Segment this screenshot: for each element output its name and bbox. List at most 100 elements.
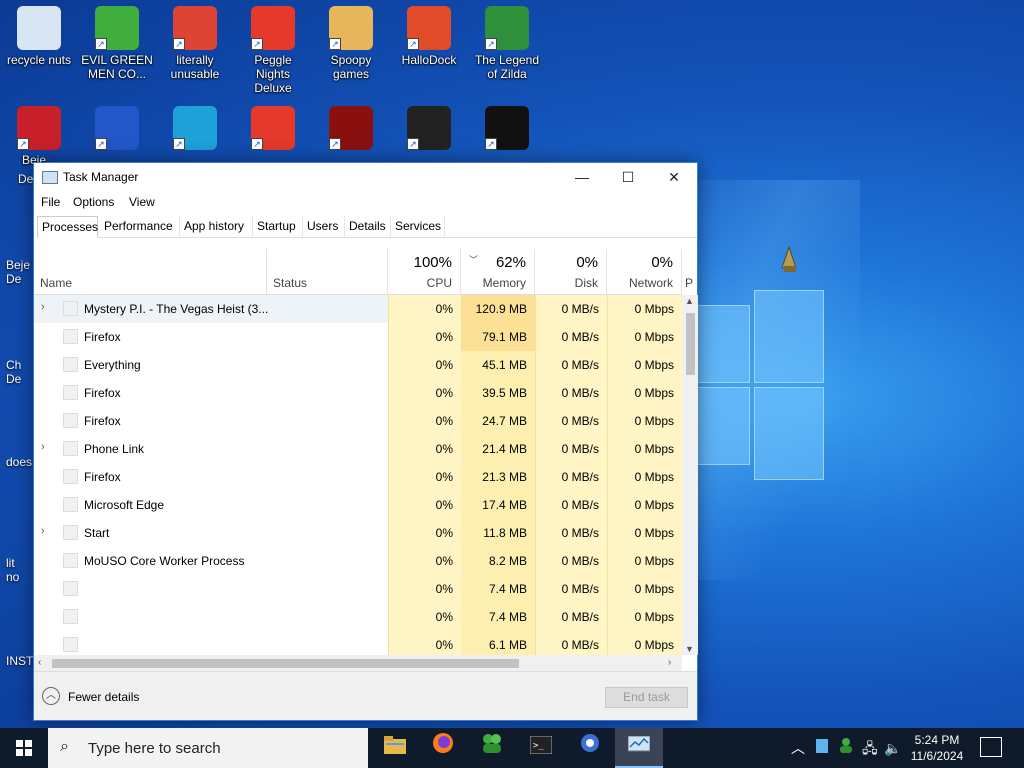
tab-app-history[interactable]: App history bbox=[180, 216, 253, 238]
process-row[interactable]: 0% 7.4 MB 0 MB/s 0 Mbps bbox=[34, 575, 682, 603]
process-memory: 21.4 MB bbox=[461, 435, 535, 463]
process-network: 0 Mbps bbox=[607, 519, 682, 547]
desktop-icon-partial-label[interactable]: De bbox=[6, 272, 36, 286]
menu-file[interactable]: File bbox=[41, 195, 60, 209]
bejeweled-icon: ↗ bbox=[17, 106, 61, 150]
desktop-icon-partial-label[interactable]: lit bbox=[6, 556, 36, 570]
desktop-icon-partial-label[interactable]: Beje bbox=[6, 258, 36, 272]
expand-chevron-icon[interactable]: › bbox=[41, 525, 45, 537]
tab-startup[interactable]: Startup bbox=[253, 216, 303, 238]
maximize-button[interactable]: ☐ bbox=[605, 163, 651, 191]
process-row[interactable]: Microsoft Edge 0% 17.4 MB 0 MB/s 0 Mbps bbox=[34, 491, 682, 519]
desktop-icon-partial-label[interactable]: no bbox=[6, 570, 36, 584]
process-row[interactable]: Firefox 0% 79.1 MB 0 MB/s 0 Mbps bbox=[34, 323, 682, 351]
process-row[interactable]: 0% 7.4 MB 0 MB/s 0 Mbps bbox=[34, 603, 682, 631]
desktop-icon-zilda[interactable]: ↗ The Legend of Zilda bbox=[470, 6, 544, 81]
desktop-icon-peggle[interactable]: ↗ Peggle Nights Deluxe bbox=[236, 6, 310, 95]
process-memory: 7.4 MB bbox=[461, 575, 535, 603]
start-button[interactable] bbox=[0, 728, 48, 768]
tab-services[interactable]: Services bbox=[391, 216, 445, 238]
close-button[interactable]: ✕ bbox=[651, 163, 697, 191]
title-bar[interactable]: Task Manager — ☐ ✕ bbox=[34, 163, 697, 191]
process-cpu: 0% bbox=[388, 491, 461, 519]
process-row[interactable]: › Phone Link 0% 21.4 MB 0 MB/s 0 Mbps bbox=[34, 435, 682, 463]
green-men-icon: ↗ bbox=[95, 6, 139, 50]
green-men-icon[interactable] bbox=[468, 728, 516, 768]
process-cpu: 0% bbox=[388, 351, 461, 379]
process-row[interactable]: 0% 6.1 MB 0 MB/s 0 Mbps bbox=[34, 631, 682, 655]
end-task-button[interactable]: End task bbox=[605, 687, 688, 708]
process-row[interactable]: › Mystery P.I. - The Vegas Heist (3... 0% 1… bbox=[34, 295, 682, 323]
desktop-icon-row2-bejeweled[interactable]: ↗ Beje... bbox=[2, 106, 76, 167]
process-row[interactable]: MoUSO Core Worker Process 0% 8.2 MB 0 MB/s 0… bbox=[34, 547, 682, 575]
fewer-details-link[interactable]: Fewer details bbox=[68, 690, 139, 704]
column-network[interactable]: 0% Network bbox=[607, 249, 682, 295]
tray-app-icon[interactable] bbox=[816, 728, 828, 768]
column-power[interactable]: P bbox=[682, 249, 697, 295]
desktop-icon-chrome[interactable]: ↗ literally unusable bbox=[158, 6, 232, 81]
vertical-scrollbar[interactable]: ▲ ▼ bbox=[682, 295, 698, 655]
taskbar-clock[interactable]: 5:24 PM 11/6/2024 bbox=[905, 732, 969, 764]
scroll-up-icon[interactable]: ▲ bbox=[685, 296, 694, 306]
desktop-icon-partial-label[interactable]: does bbox=[6, 455, 36, 469]
vertical-scroll-thumb[interactable] bbox=[686, 313, 695, 375]
tab-processes[interactable]: Processes bbox=[37, 216, 98, 238]
tab-performance[interactable]: Performance bbox=[100, 216, 180, 238]
horizontal-scrollbar[interactable]: ‹ › bbox=[34, 655, 682, 671]
process-row[interactable]: Firefox 0% 39.5 MB 0 MB/s 0 Mbps bbox=[34, 379, 682, 407]
chevron-up-icon[interactable]: ︿ bbox=[42, 687, 60, 705]
network-icon[interactable]: 🖧 bbox=[862, 728, 878, 768]
desktop-icon-row2-mpi[interactable]: ↗ bbox=[80, 106, 154, 153]
desktop-icon-partial-label[interactable]: De bbox=[6, 372, 36, 386]
desktop-icon-windows-shield[interactable]: ↗ HalloDock bbox=[392, 6, 466, 67]
show-hidden-icons-chevron-icon[interactable]: ︿ bbox=[791, 728, 805, 768]
terminal-icon[interactable]: >_ bbox=[517, 728, 565, 768]
process-row[interactable]: › Start 0% 11.8 MB 0 MB/s 0 Mbps bbox=[34, 519, 682, 547]
volume-icon[interactable]: 🔈 bbox=[884, 728, 901, 768]
menu-options[interactable]: Options bbox=[73, 195, 114, 209]
notification-center-icon[interactable] bbox=[980, 737, 1002, 757]
desktop-icon-row2-peggle[interactable]: ↗ bbox=[236, 106, 310, 153]
app-icon[interactable] bbox=[566, 728, 614, 768]
tab-users[interactable]: Users bbox=[303, 216, 345, 238]
firefox-icon[interactable] bbox=[419, 728, 467, 768]
svg-text:>_: >_ bbox=[533, 741, 544, 751]
minimize-button[interactable]: — bbox=[559, 163, 605, 191]
shortcut-arrow-icon: ↗ bbox=[173, 138, 185, 150]
column-disk[interactable]: 0% Disk bbox=[535, 249, 607, 295]
desktop-icon-partial-label[interactable]: Ch bbox=[6, 358, 36, 372]
scroll-right-icon[interactable]: › bbox=[668, 657, 671, 668]
process-name: Microsoft Edge bbox=[84, 498, 165, 512]
horizontal-scroll-thumb[interactable] bbox=[52, 659, 519, 668]
tray-green-men-icon[interactable] bbox=[838, 728, 854, 768]
process-row[interactable]: Everything 0% 45.1 MB 0 MB/s 0 Mbps bbox=[34, 351, 682, 379]
process-row[interactable]: Firefox 0% 24.7 MB 0 MB/s 0 Mbps bbox=[34, 407, 682, 435]
column-cpu[interactable]: 100% CPU bbox=[388, 249, 461, 295]
scroll-down-icon[interactable]: ▼ bbox=[685, 644, 694, 654]
expand-chevron-icon[interactable]: › bbox=[41, 441, 45, 453]
column-status[interactable]: Status bbox=[267, 249, 388, 295]
desktop-icon-folder[interactable]: ↗ Spoopy games bbox=[314, 6, 388, 81]
desktop-icon-green-men[interactable]: ↗ EVIL GREEN MEN CO... bbox=[80, 6, 154, 81]
taskbar-search-box[interactable]: ⌕ Type here to search bbox=[48, 728, 368, 768]
process-icon bbox=[63, 329, 78, 344]
desktop-icon-row2-edge[interactable]: ↗ bbox=[158, 106, 232, 153]
desktop-icon-row2-flash[interactable]: ↗ bbox=[314, 106, 388, 153]
process-network: 0 Mbps bbox=[607, 631, 682, 655]
desktop-icon-row2-yashma[interactable]: ↗ bbox=[470, 106, 544, 153]
desktop-icon-recycle-bin[interactable]: recycle nuts bbox=[2, 6, 76, 67]
desktop-icon-partial-label[interactable]: INST bbox=[6, 654, 36, 668]
desktop-pet-icon[interactable] bbox=[778, 245, 800, 274]
column-header-row: Name Status 100% CPU ﹀ 62% Memory 0% Dis… bbox=[34, 249, 693, 295]
menu-view[interactable]: View bbox=[129, 195, 155, 209]
desktop-icon-row2-app[interactable]: ↗ bbox=[392, 106, 466, 153]
tab-details[interactable]: Details bbox=[345, 216, 391, 238]
task-manager-taskbar-icon[interactable] bbox=[615, 728, 663, 768]
file-explorer-icon[interactable] bbox=[371, 728, 419, 768]
column-memory[interactable]: ﹀ 62% Memory bbox=[461, 249, 535, 295]
column-name[interactable]: Name bbox=[34, 249, 267, 295]
process-cpu: 0% bbox=[388, 435, 461, 463]
process-row[interactable]: Firefox 0% 21.3 MB 0 MB/s 0 Mbps bbox=[34, 463, 682, 491]
scroll-left-icon[interactable]: ‹ bbox=[38, 657, 41, 668]
expand-chevron-icon[interactable]: › bbox=[41, 301, 45, 313]
